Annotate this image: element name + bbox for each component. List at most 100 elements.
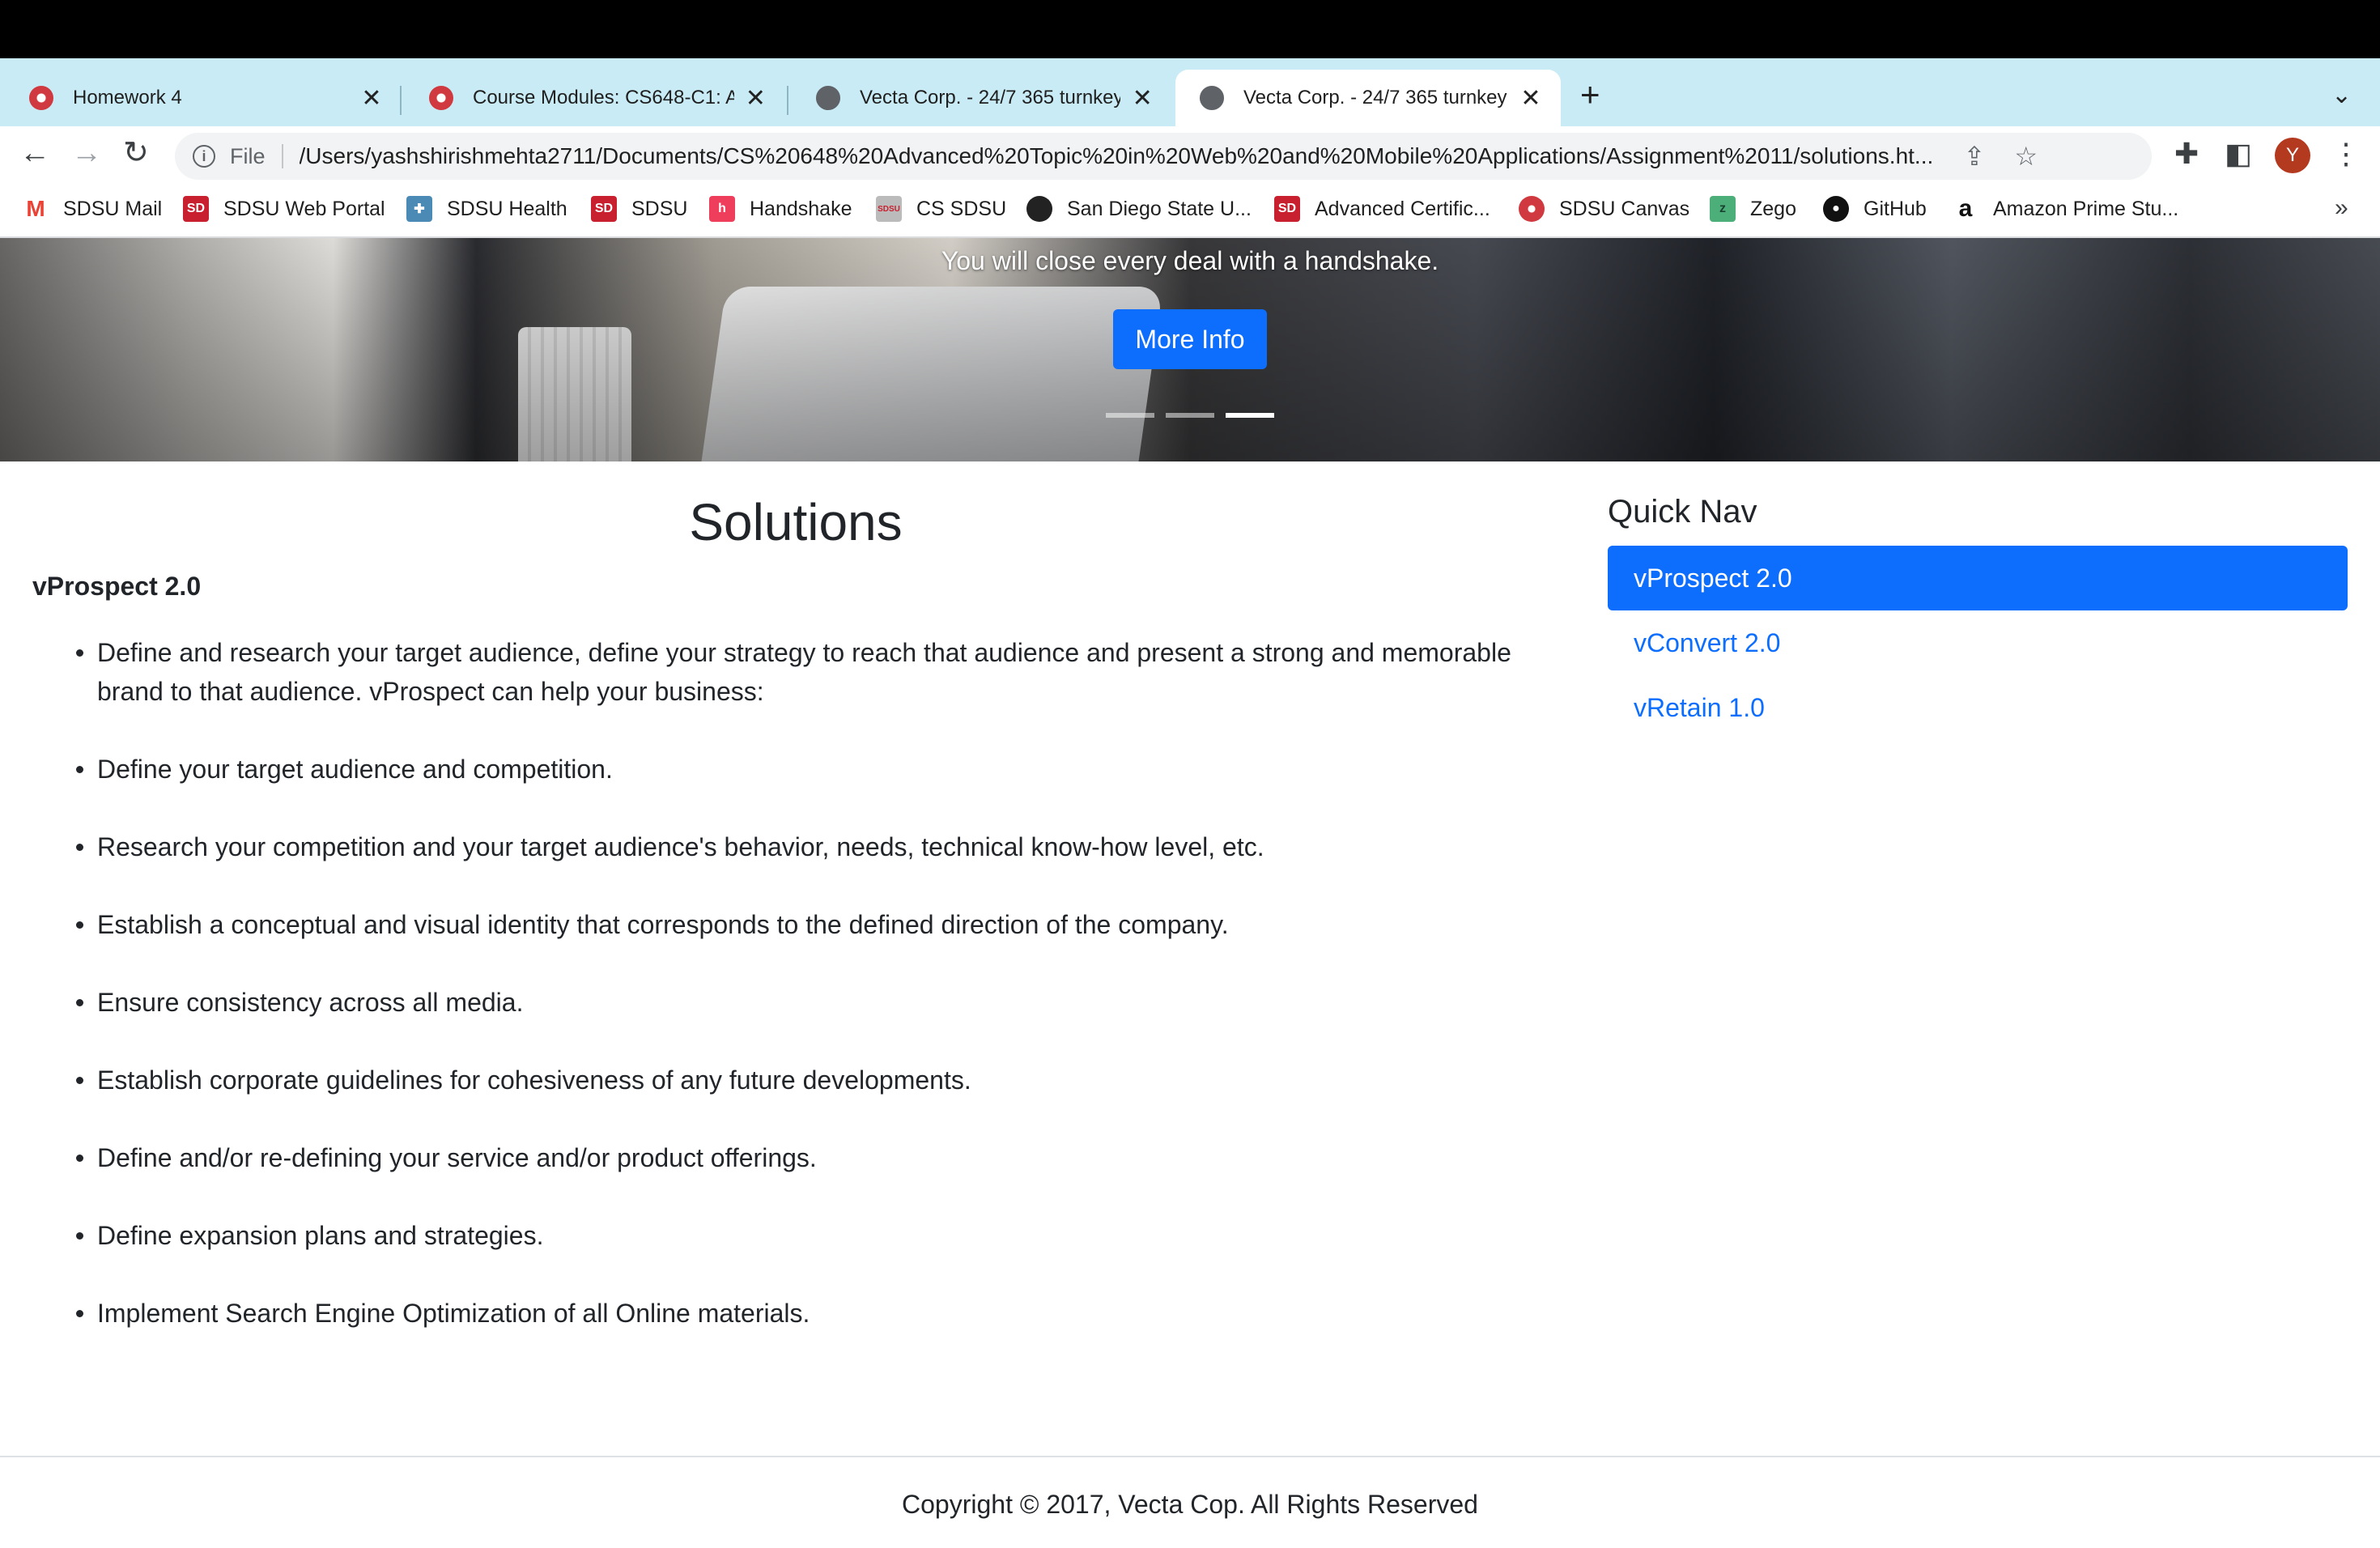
menu-kebab-icon[interactable]: ⋮	[2331, 139, 2361, 168]
handshake-icon: h	[709, 196, 735, 222]
side-panel-icon[interactable]: ◧	[2225, 139, 2252, 168]
close-icon[interactable]: ✕	[1130, 84, 1154, 113]
sdsu-icon: SD	[591, 196, 617, 222]
sdsu-icon: SD	[183, 196, 209, 222]
github-icon: ●	[1823, 196, 1849, 222]
bookmark-sdsu-health[interactable]: ✚ SDSU Health	[406, 196, 567, 222]
tab-vecta-corp[interactable]: Vecta Corp. - 24/7 365 turnkey ✕	[792, 70, 1172, 126]
bookmark-label: CS SDSU	[916, 197, 1007, 220]
bookmark-sdsu-web-portal[interactable]: SD SDSU Web Portal	[183, 196, 385, 222]
bookmark-advanced-certificate[interactable]: SD Advanced Certific...	[1274, 196, 1490, 222]
bookmark-sdsu-mail[interactable]: M SDSU Mail	[23, 196, 162, 222]
reload-icon[interactable]: ↻	[123, 138, 149, 168]
page-footer: Copyright © 2017, Vecta Cop. All Rights …	[0, 1456, 2380, 1548]
carousel-indicator-3[interactable]	[1226, 413, 1274, 418]
tab-strip: Homework 4 ✕ Course Modules: CS648-C1: A…	[0, 58, 2380, 126]
main-content: Solutions vProspect 2.0 Define and resea…	[0, 461, 2380, 1456]
info-icon[interactable]: i	[193, 145, 215, 168]
tab-title: Vecta Corp. - 24/7 365 turnkey	[1243, 87, 1507, 108]
globe-icon	[816, 86, 840, 110]
bookmark-label: SDSU	[631, 197, 688, 220]
carousel-indicators	[1106, 413, 1274, 418]
bookmarks-overflow-icon[interactable]: »	[2335, 194, 2348, 222]
new-tab-icon[interactable]: +	[1580, 78, 1600, 112]
quick-nav-vretain[interactable]: vRetain 1.0	[1608, 675, 2348, 740]
bookmark-label: Zego	[1750, 197, 1796, 220]
back-icon[interactable]: ←	[19, 138, 50, 168]
list-item: Ensure consistency across all media.	[76, 983, 1554, 1022]
bookmark-github[interactable]: ● GitHub	[1823, 196, 1927, 222]
gmail-icon: M	[23, 196, 49, 222]
bookmark-zego[interactable]: z Zego	[1710, 196, 1796, 222]
bookmark-label: SDSU Web Portal	[223, 197, 385, 220]
cs-sdsu-icon: SDSU	[876, 196, 902, 222]
tab-title: Course Modules: CS648-C1: A	[473, 87, 734, 108]
share-icon[interactable]: ⇪	[1964, 141, 1986, 172]
globe-icon	[1200, 86, 1224, 110]
profile-avatar[interactable]: Y	[2275, 138, 2310, 173]
close-icon[interactable]: ✕	[359, 84, 384, 113]
bookmark-handshake[interactable]: h Handshake	[709, 196, 852, 222]
list-item: Establish corporate guidelines for cohes…	[76, 1061, 1554, 1099]
canvas-icon	[429, 86, 453, 110]
url-text[interactable]: /Users/yashshirishmehta2711/Documents/CS…	[300, 143, 1935, 169]
list-item: Implement Search Engine Optimization of …	[76, 1294, 1554, 1333]
bookmark-label: Advanced Certific...	[1315, 197, 1490, 220]
bookmark-label: Handshake	[750, 197, 852, 220]
bookmark-amazon-prime[interactable]: a Amazon Prime Stu...	[1953, 195, 2179, 222]
list-item: Define and/or re-defining your service a…	[76, 1138, 1554, 1177]
tab-title: Homework 4	[73, 87, 182, 108]
canvas-icon	[1519, 196, 1545, 222]
bookmark-label: GitHub	[1864, 197, 1927, 220]
carousel-indicator-2[interactable]	[1166, 413, 1214, 418]
tab-search-chevron-icon[interactable]: ⌄	[2331, 81, 2352, 109]
bookmarks-bar: M SDSU Mail SD SDSU Web Portal ✚ SDSU He…	[0, 185, 2380, 238]
carousel-indicator-1[interactable]	[1106, 413, 1154, 418]
list-item: Research your competition and your targe…	[76, 827, 1554, 866]
close-icon[interactable]: ✕	[1519, 84, 1543, 113]
sdsu-icon: SD	[1274, 196, 1300, 222]
tab-course-modules[interactable]: Course Modules: CS648-C1: A ✕	[405, 70, 785, 126]
bookmark-star-icon[interactable]: ☆	[2014, 141, 2038, 172]
forward-icon[interactable]: →	[71, 138, 102, 168]
list-item: Establish a conceptual and visual identi…	[76, 905, 1554, 944]
hero-caption: You will close every deal with a handsha…	[941, 246, 1439, 275]
tab-homework-4[interactable]: Homework 4 ✕	[5, 70, 402, 126]
bookmark-sdsu[interactable]: SD SDSU	[591, 196, 687, 222]
product-heading: vProspect 2.0	[32, 572, 202, 601]
address-divider	[281, 144, 283, 168]
copyright-text: Copyright © 2017, Vecta Cop. All Rights …	[902, 1490, 1478, 1519]
bookmark-san-diego-state[interactable]: San Diego State U...	[1026, 196, 1252, 222]
tab-divider	[400, 86, 402, 115]
tab-vecta-corp-active[interactable]: Vecta Corp. - 24/7 365 turnkey ✕	[1175, 70, 1561, 126]
scheme-label: File	[230, 143, 266, 168]
list-item: Define your target audience and competit…	[76, 750, 1554, 789]
close-icon[interactable]: ✕	[744, 84, 767, 113]
page-title: Solutions	[689, 493, 903, 551]
tab-title: Vecta Corp. - 24/7 365 turnkey	[860, 87, 1121, 108]
feature-list: Define and research your target audience…	[76, 633, 1554, 1372]
window-top-bar	[0, 0, 2380, 58]
browser-toolbar: ← → ↻ i File /Users/yashshirishmehta2711…	[0, 126, 2380, 185]
amazon-icon: a	[1953, 195, 1978, 222]
hero-carousel: You will close every deal with a handsha…	[0, 238, 2380, 461]
zego-icon: z	[1710, 196, 1736, 222]
globe-icon	[1026, 196, 1052, 222]
list-item: Define and research your target audience…	[76, 633, 1554, 711]
bookmark-label: SDSU Health	[447, 197, 567, 220]
quick-nav-vconvert[interactable]: vConvert 2.0	[1608, 610, 2348, 675]
health-icon: ✚	[406, 196, 432, 222]
bookmark-cs-sdsu[interactable]: SDSU CS SDSU	[876, 196, 1006, 222]
bookmark-label: Amazon Prime Stu...	[1993, 197, 2179, 220]
more-info-button[interactable]: More Info	[1113, 309, 1267, 369]
bookmark-sdsu-canvas[interactable]: SDSU Canvas	[1519, 196, 1689, 222]
tab-divider	[787, 86, 788, 115]
quick-nav-title: Quick Nav	[1608, 494, 1757, 529]
bookmark-label: San Diego State U...	[1067, 197, 1252, 220]
address-bar[interactable]: i File /Users/yashshirishmehta2711/Docum…	[175, 133, 2152, 180]
extensions-icon[interactable]: ✚	[2174, 139, 2199, 168]
quick-nav-vprospect[interactable]: vProspect 2.0	[1608, 546, 2348, 610]
list-item: Define expansion plans and strategies.	[76, 1216, 1554, 1255]
bookmark-label: SDSU Canvas	[1559, 197, 1690, 220]
bookmark-label: SDSU Mail	[63, 197, 163, 220]
